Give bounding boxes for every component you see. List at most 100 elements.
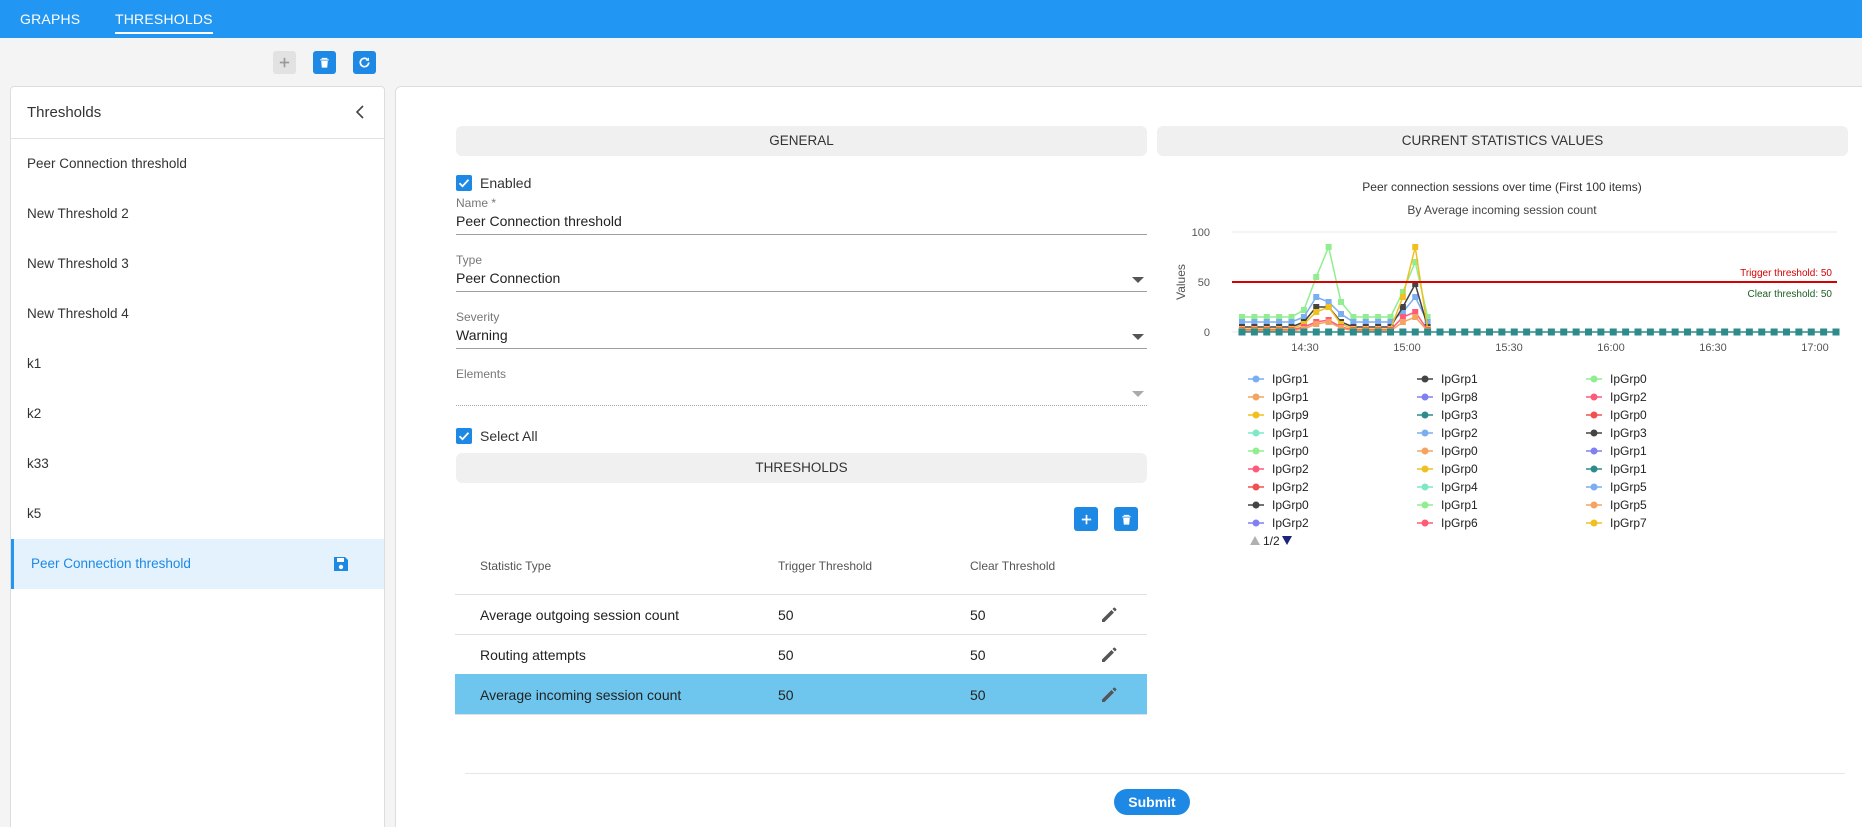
- pencil-icon[interactable]: [1099, 645, 1119, 665]
- legend-entry[interactable]: IpGrp1: [1272, 372, 1309, 386]
- data-point: [1832, 328, 1840, 336]
- list-item[interactable]: k1: [11, 339, 384, 389]
- legend-entry[interactable]: IpGrp9: [1272, 408, 1309, 422]
- legend-entry[interactable]: IpGrp1: [1441, 372, 1478, 386]
- data-point: [1646, 328, 1654, 336]
- triangle-down-icon[interactable]: [1282, 536, 1292, 545]
- legend-entry[interactable]: IpGrp2: [1610, 390, 1647, 404]
- data-point: [1659, 328, 1667, 336]
- list-item-selected[interactable]: Peer Connection threshold: [11, 539, 384, 589]
- data-point: [1585, 328, 1592, 336]
- legend-entry[interactable]: IpGrp4: [1441, 480, 1478, 494]
- chevron-down-icon[interactable]: [1132, 391, 1144, 397]
- chevron-down-icon[interactable]: [1132, 334, 1144, 340]
- chevron-down-icon[interactable]: [1132, 277, 1144, 283]
- legend-entry[interactable]: IpGrp7: [1610, 516, 1647, 530]
- legend-entry[interactable]: IpGrp1: [1441, 498, 1478, 512]
- legend-marker: [1252, 519, 1260, 527]
- legend-entry[interactable]: IpGrp5: [1610, 480, 1647, 494]
- legend-entry[interactable]: IpGrp3: [1441, 408, 1478, 422]
- legend-marker: [1252, 393, 1260, 401]
- data-point: [1325, 328, 1333, 336]
- delete-threshold-button[interactable]: [313, 51, 336, 74]
- legend-marker: [1252, 411, 1260, 419]
- enabled-label: Enabled: [480, 175, 532, 191]
- list-item[interactable]: New Threshold 3: [11, 239, 384, 289]
- data-point: [1807, 328, 1815, 336]
- data-point: [1770, 328, 1778, 336]
- legend-entry[interactable]: IpGrp5: [1610, 498, 1647, 512]
- elements-select[interactable]: [456, 405, 1147, 406]
- legend-entry[interactable]: IpGrp1: [1610, 462, 1647, 476]
- data-point: [1733, 328, 1741, 336]
- legend-entry[interactable]: IpGrp0: [1272, 444, 1309, 458]
- y-tick-label: 0: [1204, 327, 1210, 339]
- legend-entry[interactable]: IpGrp2: [1272, 516, 1309, 530]
- legend-marker: [1590, 393, 1598, 401]
- clear-cell: 50: [970, 687, 986, 703]
- legend-marker: [1590, 411, 1598, 419]
- data-point: [1412, 244, 1419, 250]
- data-point: [1325, 319, 1332, 325]
- clear-cell: 50: [970, 647, 986, 663]
- save-icon[interactable]: [332, 555, 350, 573]
- triangle-up-icon[interactable]: [1250, 536, 1260, 545]
- table-row[interactable]: Routing attempts 50 50: [455, 634, 1147, 674]
- legend-entry[interactable]: IpGrp2: [1441, 426, 1478, 440]
- list-item[interactable]: New Threshold 2: [11, 189, 384, 239]
- refresh-icon: [359, 57, 370, 68]
- data-point: [1300, 307, 1307, 313]
- list-item[interactable]: k2: [11, 389, 384, 439]
- add-row-button[interactable]: [1074, 507, 1098, 531]
- data-point: [1547, 328, 1555, 336]
- legend-entry[interactable]: IpGrp8: [1441, 390, 1478, 404]
- legend-entry[interactable]: IpGrp6: [1441, 516, 1478, 530]
- add-threshold-button[interactable]: [273, 51, 296, 74]
- legend-entry[interactable]: IpGrp1: [1272, 426, 1309, 440]
- legend-entry[interactable]: IpGrp0: [1441, 444, 1478, 458]
- refresh-button[interactable]: [353, 51, 376, 74]
- tab-thresholds[interactable]: THRESHOLDS: [115, 0, 213, 38]
- table-row[interactable]: Average outgoing session count 50 50: [455, 594, 1147, 634]
- data-point: [1263, 328, 1271, 336]
- pencil-icon[interactable]: [1099, 605, 1119, 625]
- data-point: [1498, 328, 1506, 336]
- data-point: [1708, 328, 1716, 336]
- delete-row-button[interactable]: [1114, 507, 1138, 531]
- legend-entry[interactable]: IpGrp0: [1272, 498, 1309, 512]
- data-point: [1795, 328, 1803, 336]
- data-point: [1313, 294, 1320, 300]
- list-item[interactable]: Peer Connection threshold: [11, 139, 384, 189]
- tab-graphs[interactable]: GRAPHS: [20, 0, 80, 38]
- legend-marker: [1252, 483, 1260, 491]
- select-all-checkbox[interactable]: [456, 428, 472, 444]
- data-point: [1325, 244, 1332, 250]
- legend-marker: [1421, 429, 1429, 437]
- legend-entry[interactable]: IpGrp0: [1610, 372, 1647, 386]
- name-field[interactable]: Peer Connection threshold: [456, 213, 622, 229]
- statistic-type-cell: Routing attempts: [480, 647, 586, 663]
- type-select[interactable]: Peer Connection: [456, 270, 560, 286]
- severity-select[interactable]: Warning: [456, 327, 508, 343]
- enabled-checkbox[interactable]: [456, 175, 472, 191]
- submit-button[interactable]: Submit: [1114, 789, 1190, 815]
- list-item[interactable]: New Threshold 4: [11, 289, 384, 339]
- chevron-left-icon[interactable]: [352, 103, 370, 121]
- list-item[interactable]: k5: [11, 489, 384, 539]
- trigger-cell: 50: [778, 647, 794, 663]
- pencil-icon[interactable]: [1099, 685, 1119, 705]
- clear-cell: 50: [970, 607, 986, 623]
- legend-entry[interactable]: IpGrp0: [1441, 462, 1478, 476]
- legend-entry[interactable]: IpGrp1: [1610, 444, 1647, 458]
- data-point: [1523, 328, 1531, 336]
- legend-entry[interactable]: IpGrp3: [1610, 426, 1647, 440]
- legend-entry[interactable]: IpGrp1: [1272, 390, 1309, 404]
- legend-marker: [1590, 465, 1598, 473]
- table-row-selected[interactable]: Average incoming session count 50 50: [455, 674, 1147, 714]
- list-item[interactable]: k33: [11, 439, 384, 489]
- x-tick-label: 14:30: [1291, 342, 1319, 354]
- data-point: [1424, 328, 1432, 336]
- legend-entry[interactable]: IpGrp2: [1272, 462, 1309, 476]
- legend-entry[interactable]: IpGrp2: [1272, 480, 1309, 494]
- legend-entry[interactable]: IpGrp0: [1610, 408, 1647, 422]
